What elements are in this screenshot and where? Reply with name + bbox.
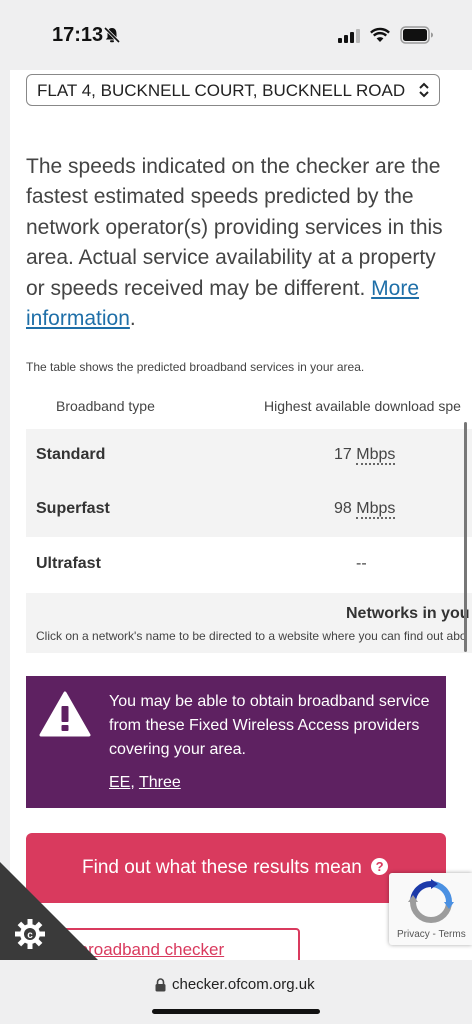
table-scrollbar[interactable] [464,422,467,652]
fwa-notice: You may be able to obtain broadband serv… [26,676,446,808]
fwa-providers: EE, Three [109,774,181,791]
row-type: Standard [36,446,106,463]
home-indicator[interactable] [152,1009,320,1014]
header-broadband-type: Broadband type [56,398,155,414]
url-text: checker.ofcom.org.uk [172,976,315,993]
address-select-value: FLAT 4, BUCKNELL COURT, BUCKNELL ROAD [37,81,406,100]
bell-muted-icon [103,26,121,44]
gear-icon: c [15,919,45,949]
networks-section: Networks in you Click on a network's nam… [26,593,472,653]
networks-hint: Click on a network's name to be directed… [36,629,467,643]
row-speed: 17 Mbps [334,446,396,465]
select-updown-icon [419,82,429,98]
warning-icon [39,691,91,737]
networks-title: Networks in you [346,605,470,622]
page-content: FLAT 4, BUCKNELL COURT, BUCKNELL ROAD Th… [10,70,472,960]
recaptcha-links[interactable]: Privacy - Terms [397,929,466,940]
row-type: Ultrafast [36,555,101,572]
unit-tooltip[interactable]: Mbps [356,500,396,519]
cellular-signal-icon [338,29,360,43]
battery-icon [400,26,433,44]
fwa-message: You may be able to obtain broadband serv… [109,693,430,758]
row-speed: 98 Mbps [334,500,396,519]
status-bar: 17:13 [0,0,472,70]
unit-tooltip[interactable]: Mbps [356,446,396,465]
recaptcha-badge[interactable]: Privacy - Terms [389,873,472,945]
table-row: Ultrafast -- [26,538,472,592]
lock-icon [155,978,166,992]
table-row: Standard 17 Mbps [26,429,472,483]
provider-link-ee[interactable]: EE [109,774,130,791]
address-select[interactable]: FLAT 4, BUCKNELL COURT, BUCKNELL ROAD [26,74,440,106]
status-time: 17:13 [52,24,104,46]
speed-disclaimer: The speeds indicated on the checker are … [26,155,443,331]
row-speed: -- [356,555,367,572]
find-out-results-label: Find out what these results mean ? [82,857,389,879]
cookie-settings-button[interactable]: c [0,862,100,962]
table-note: The table shows the predicted broadband … [26,360,365,374]
help-circle-icon: ? [371,858,389,875]
provider-link-three[interactable]: Three [139,774,181,791]
browser-url-bar[interactable]: checker.ofcom.org.uk [0,960,472,1024]
header-download-speed: Highest available download spe [264,398,461,414]
recaptcha-logo-icon [408,879,454,923]
table-row: Superfast 98 Mbps [26,483,472,537]
wifi-icon [370,27,390,42]
row-type: Superfast [36,500,110,517]
svg-text:c: c [27,930,33,941]
